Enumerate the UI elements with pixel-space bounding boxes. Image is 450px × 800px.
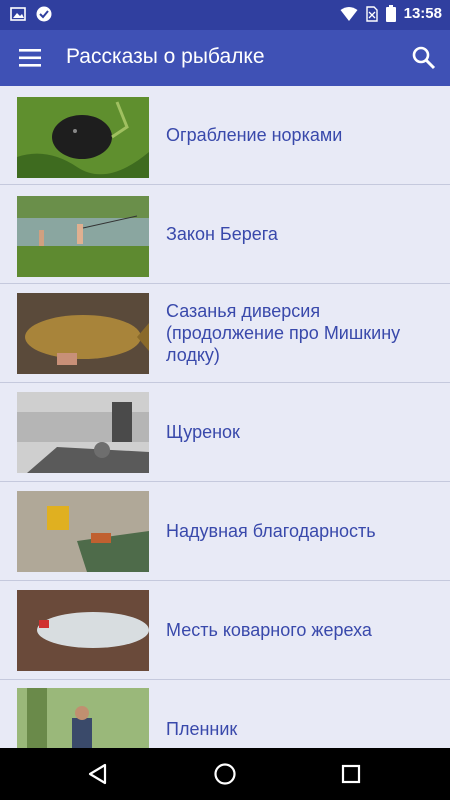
story-title: Закон Берега: [166, 224, 278, 244]
navigation-bar: [0, 748, 450, 800]
list-item[interactable]: Сазанья диверсия (продолжение про Мишкин…: [0, 284, 450, 383]
home-icon: [214, 763, 236, 785]
search-button[interactable]: [408, 42, 440, 74]
recents-icon: [341, 764, 361, 784]
inflatable-boat-photo: [17, 491, 149, 572]
status-bar: 13:58: [0, 0, 450, 30]
boy-in-boat-bw-photo: [17, 392, 149, 473]
hamburger-menu-button[interactable]: [14, 44, 46, 72]
angler-in-forest-photo: [17, 688, 149, 748]
story-title: Сазанья диверсия (продолжение про Мишкин…: [166, 301, 401, 365]
battery-icon: [385, 5, 396, 22]
story-title: Ограбление норками: [166, 125, 343, 145]
mink-in-grass-photo: [17, 97, 149, 178]
list-item[interactable]: Надувная благодарность: [0, 482, 450, 581]
story-list: Ограбление норками Закон Берега Сазанья: [0, 86, 450, 748]
story-title: Щуренок: [166, 422, 240, 442]
home-button[interactable]: [210, 759, 240, 789]
kids-fishing-at-lake-photo: [17, 196, 149, 277]
wifi-icon: [340, 6, 358, 21]
recents-button[interactable]: [336, 759, 366, 789]
back-icon: [88, 763, 107, 785]
page-title: Рассказы о рыбалке: [66, 45, 265, 68]
hamburger-menu-icon: [19, 49, 41, 67]
list-item[interactable]: Щуренок: [0, 383, 450, 482]
back-button[interactable]: [83, 759, 113, 789]
story-title: Надувная благодарность: [166, 521, 376, 541]
asp-fish-with-lure-photo: [17, 590, 149, 671]
search-icon: [412, 46, 436, 70]
clock: 13:58: [403, 5, 442, 22]
list-item[interactable]: Месть коварного жереха: [0, 581, 450, 680]
carp-in-hands-photo: [17, 293, 149, 374]
list-item[interactable]: Ограбление норками: [0, 86, 450, 185]
image-notification-icon: [10, 7, 26, 21]
check-notification-icon: [36, 6, 52, 22]
no-sim-icon: [365, 5, 378, 22]
story-title: Месть коварного жереха: [166, 620, 372, 640]
list-item[interactable]: Закон Берега: [0, 185, 450, 284]
app-bar: Рассказы о рыбалке: [0, 30, 450, 86]
list-item[interactable]: Пленник: [0, 680, 450, 748]
story-title: Пленник: [166, 719, 238, 739]
